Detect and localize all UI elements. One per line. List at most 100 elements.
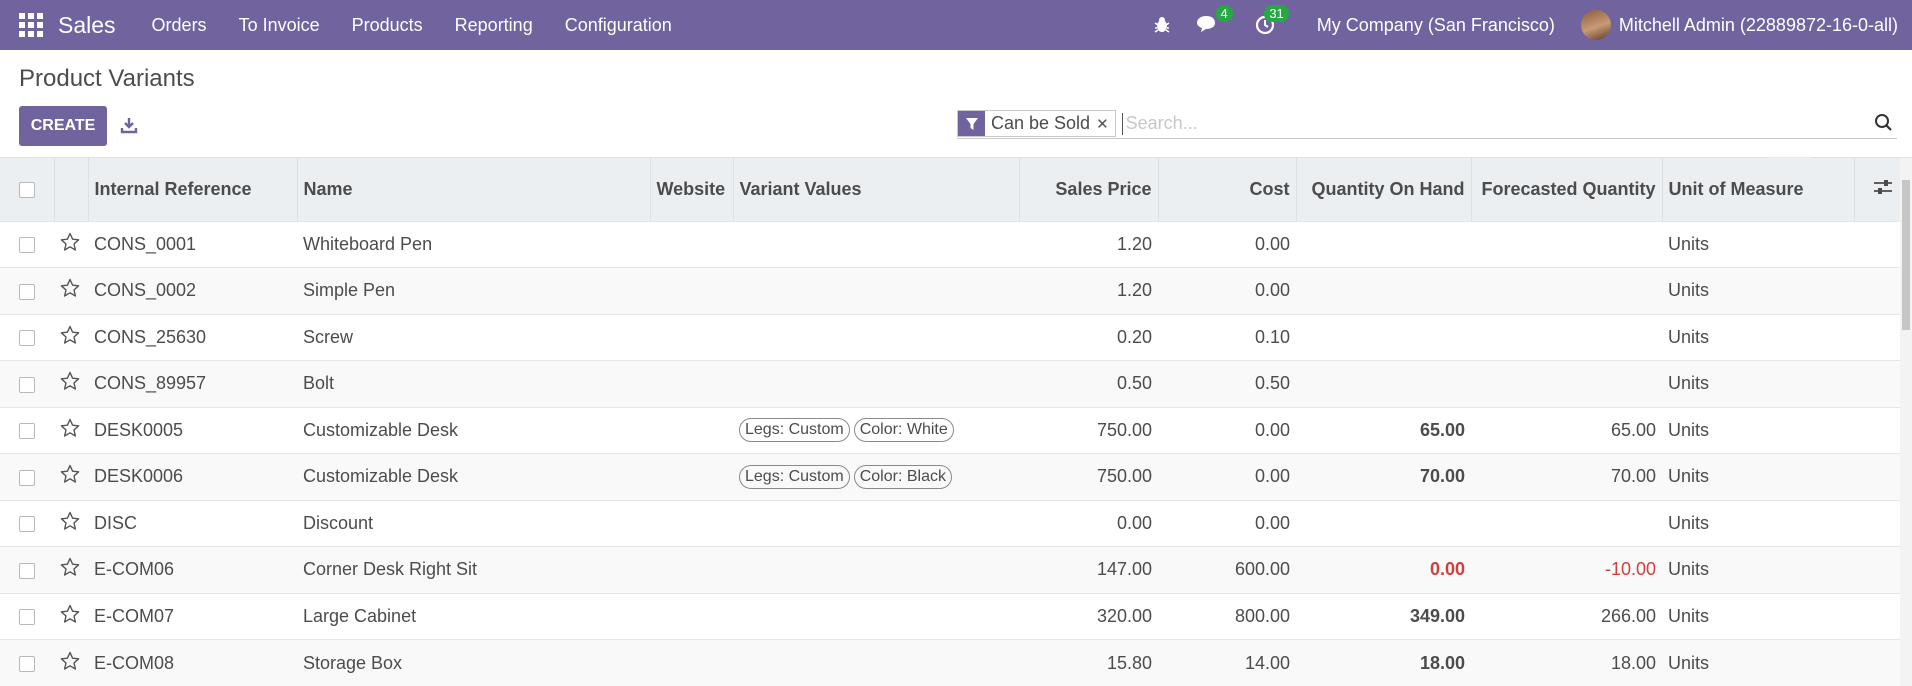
cell-name: Screw [303, 326, 354, 347]
cell-cost: 14.00 [1244, 652, 1290, 673]
column-header-forecasted-quantity[interactable]: Forecasted Quantity [1471, 158, 1663, 221]
user-menu[interactable]: Mitchell Admin (22889872-16-0-all) [1619, 15, 1898, 36]
row-checkbox[interactable] [0, 314, 54, 361]
table-row[interactable]: DISC Discount 0.00 0.00 Units [0, 500, 1912, 547]
product-variants-table: Internal Reference Name Website Variant … [0, 158, 1912, 686]
column-header-unit-of-measure[interactable]: Unit of Measure [1662, 158, 1855, 221]
cell-internal-reference: DESK0005 [94, 419, 184, 440]
column-header-quantity-on-hand[interactable]: Quantity On Hand [1296, 158, 1472, 221]
cell-forecasted-quantity [1471, 500, 1662, 547]
column-header-internal-reference[interactable]: Internal Reference [88, 158, 298, 221]
favorite-star-icon[interactable] [54, 454, 88, 501]
search-bar: Can be Sold ✕ [957, 109, 1897, 139]
activity-clock-icon[interactable]: 31 [1255, 5, 1289, 35]
cell-variant-values [733, 221, 1019, 268]
cell-unit-of-measure: Units [1668, 512, 1710, 533]
table-row[interactable]: DESK0006 Customizable Desk Legs: Custom Col… [0, 453, 1912, 501]
cell-name: Large Cabinet [303, 605, 417, 626]
favorite-star-icon[interactable] [54, 268, 88, 315]
cell-unit-of-measure: Units [1668, 280, 1710, 301]
cell-cost: 0.50 [1254, 373, 1290, 394]
cell-name: Discount [303, 512, 374, 533]
table-row[interactable]: E-COM07 Large Cabinet 320.00 800.00 349.00 26… [0, 593, 1912, 640]
row-checkbox[interactable] [0, 361, 54, 408]
favorite-star-icon[interactable] [54, 361, 88, 408]
list-scrollbar[interactable] [1900, 158, 1912, 686]
row-checkbox[interactable] [0, 454, 54, 501]
favorite-star-icon[interactable] [54, 500, 88, 547]
facet-remove-icon[interactable]: ✕ [1096, 111, 1115, 136]
favorite-star-icon[interactable] [54, 547, 88, 594]
cell-variant-values [733, 361, 1019, 408]
favorite-star-icon[interactable] [54, 221, 88, 268]
cell-forecasted-quantity [1471, 361, 1662, 408]
download-icon[interactable] [120, 116, 138, 139]
column-header-website[interactable]: Website [650, 158, 734, 221]
row-checkbox[interactable] [0, 593, 54, 640]
row-checkbox[interactable] [0, 547, 54, 594]
cell-sales-price: 0.20 [1116, 326, 1152, 347]
favorite-star-icon[interactable] [54, 593, 88, 640]
cell-quantity-on-hand: 70.00 [1419, 466, 1465, 487]
main-menu: Orders To Invoice Products Reporting Con… [136, 15, 688, 36]
favorite-star-icon[interactable] [54, 640, 88, 686]
column-header-variant-values[interactable]: Variant Values [733, 158, 1020, 221]
cell-name: Bolt [303, 373, 335, 394]
cell-variant-values: Legs: Custom Color: White [733, 407, 1019, 454]
cell-unit-of-measure: Units [1668, 605, 1710, 626]
row-checkbox[interactable] [0, 268, 54, 315]
menu-reporting[interactable]: Reporting [439, 15, 549, 36]
create-button[interactable]: CREATE [19, 106, 107, 146]
cell-quantity-on-hand: 18.00 [1419, 652, 1465, 673]
activities-badge: 31 [1264, 5, 1289, 22]
cell-forecasted-quantity [1471, 268, 1662, 315]
favorite-star-icon[interactable] [54, 314, 88, 361]
cell-forecasted-quantity: 70.00 [1610, 466, 1656, 487]
table-row[interactable]: CONS_0001 Whiteboard Pen 1.20 0.00 Units [0, 221, 1912, 268]
cell-sales-price: 750.00 [1096, 466, 1152, 487]
variant-value-tag: Legs: Custom [739, 464, 850, 489]
select-all-checkbox[interactable] [0, 158, 55, 221]
avatar[interactable] [1580, 10, 1611, 40]
table-row[interactable]: DESK0005 Customizable Desk Legs: Custom Col… [0, 407, 1912, 454]
cell-cost: 0.00 [1254, 466, 1290, 487]
cell-sales-price: 147.00 [1096, 559, 1152, 580]
cell-sales-price: 0.50 [1116, 373, 1152, 394]
table-row[interactable]: E-COM06 Corner Desk Right Sit 147.00 600.00… [0, 546, 1912, 594]
search-input[interactable] [1121, 112, 1897, 135]
column-header-sales-price[interactable]: Sales Price [1019, 158, 1159, 221]
cell-internal-reference: DISC [94, 512, 138, 533]
column-header-cost[interactable]: Cost [1158, 158, 1297, 221]
table-row[interactable]: E-COM08 Storage Box 15.80 14.00 18.00 18.00 Un… [0, 639, 1912, 686]
row-checkbox[interactable] [0, 221, 54, 268]
cell-quantity-on-hand [1296, 314, 1471, 361]
cell-website [650, 221, 733, 268]
column-header-name[interactable]: Name [297, 158, 651, 221]
row-checkbox[interactable] [0, 407, 54, 454]
cell-variant-values [733, 268, 1019, 315]
table-row[interactable]: CONS_89957 Bolt 0.50 0.50 Units [0, 360, 1912, 408]
cell-name: Customizable Desk [303, 419, 459, 440]
cell-sales-price: 1.20 [1116, 280, 1152, 301]
messages-icon[interactable]: 4 [1195, 5, 1233, 35]
cell-forecasted-quantity: 266.00 [1600, 605, 1656, 626]
cell-unit-of-measure: Units [1668, 373, 1710, 394]
company-switcher[interactable]: My Company (San Francisco) [1317, 15, 1555, 36]
table-row[interactable]: CONS_25630 Screw 0.20 0.10 Units [0, 314, 1912, 361]
table-row[interactable]: CONS_0002 Simple Pen 1.20 0.00 Units [0, 267, 1912, 315]
menu-configuration[interactable]: Configuration [549, 15, 688, 36]
row-checkbox[interactable] [0, 500, 54, 547]
cell-website [650, 500, 733, 547]
app-menu-icon[interactable] [16, 10, 46, 40]
search-icon[interactable] [1874, 113, 1893, 137]
navbar-systray: 4 31 My Company (San Francisco) Mitchell… [1141, 0, 1912, 50]
favorite-star-icon[interactable] [54, 407, 88, 454]
menu-orders[interactable]: Orders [136, 15, 223, 36]
menu-to-invoice[interactable]: To Invoice [223, 15, 336, 36]
row-checkbox[interactable] [0, 640, 54, 686]
cell-internal-reference: CONS_25630 [94, 326, 207, 347]
menu-products[interactable]: Products [336, 15, 439, 36]
bug-icon[interactable] [1153, 16, 1171, 34]
messages-badge: 4 [1215, 5, 1233, 22]
app-name[interactable]: Sales [58, 12, 116, 39]
